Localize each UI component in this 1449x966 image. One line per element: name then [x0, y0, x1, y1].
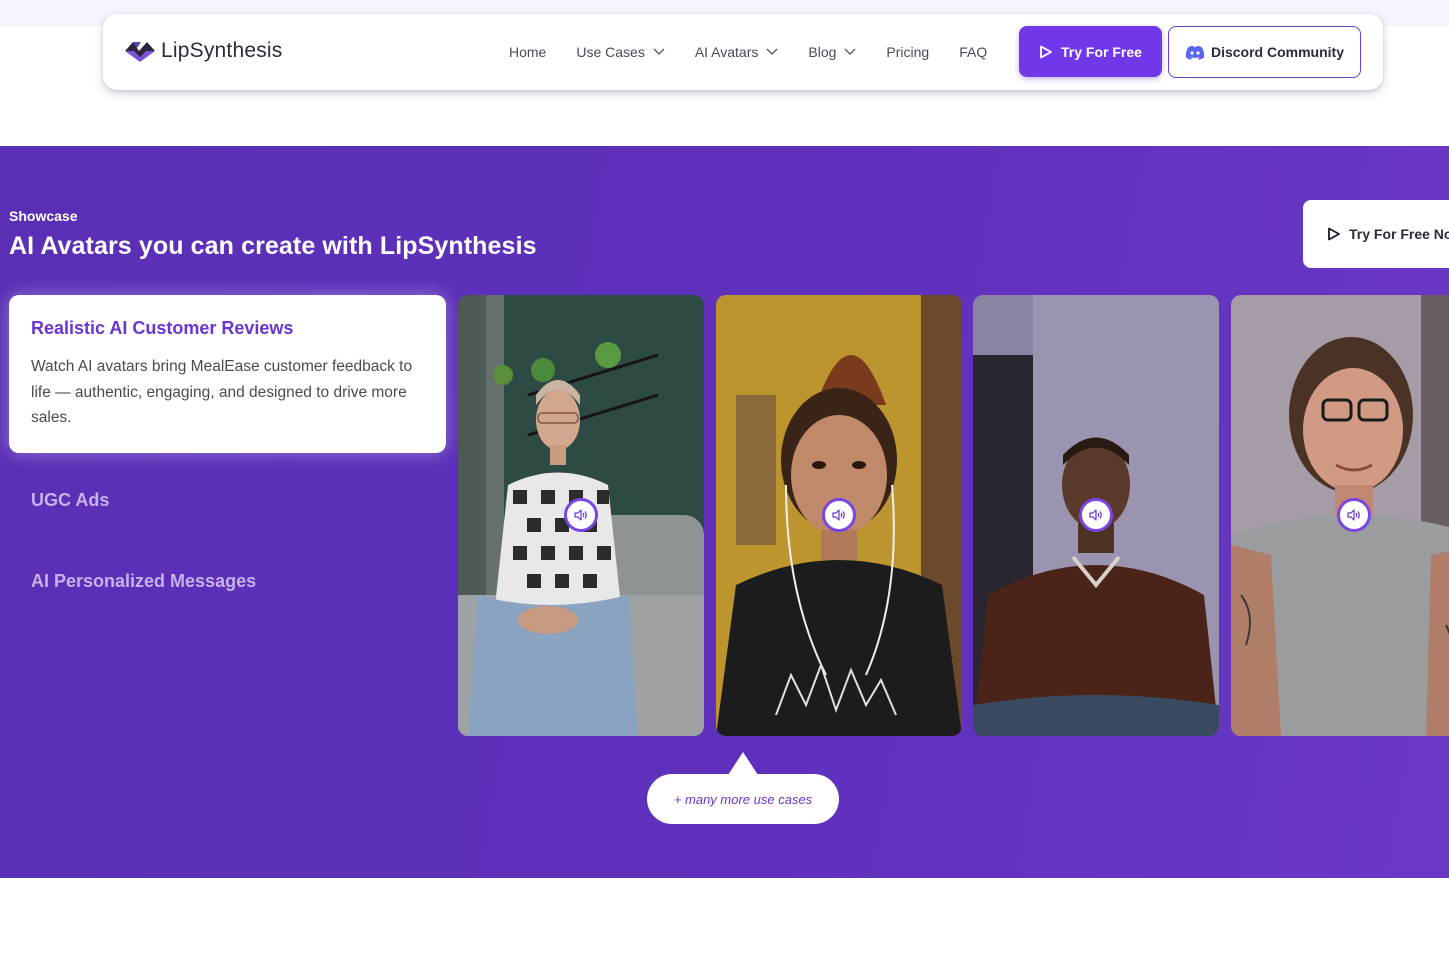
nav-label: Use Cases — [576, 44, 645, 60]
nav-item-pricing[interactable]: Pricing — [886, 44, 929, 60]
use-case-description: Watch AI avatars bring MealEase customer… — [31, 358, 413, 426]
try-button-label: Try For Free — [1061, 43, 1142, 60]
nav-item-blog[interactable]: Blog — [808, 44, 856, 60]
bubble-pointer — [728, 752, 758, 775]
avatar-video-1[interactable] — [458, 295, 704, 736]
lipsynthesis-logo-icon — [125, 42, 155, 62]
avatar-video-2[interactable] — [716, 295, 962, 736]
sound-toggle-button[interactable] — [1079, 498, 1113, 532]
speaker-icon — [1089, 509, 1102, 521]
section-heading: AI Avatars you can create with LipSynthe… — [9, 232, 537, 260]
nav-label: Blog — [808, 44, 837, 60]
sound-toggle-button[interactable] — [564, 498, 598, 532]
sound-toggle-button[interactable] — [822, 498, 856, 532]
avatar-video-4[interactable] — [1231, 295, 1449, 736]
brand-name: LipSynthesis — [161, 39, 283, 62]
play-icon — [1328, 227, 1340, 241]
speaker-icon — [574, 509, 587, 521]
nav-item-ai-avatars[interactable]: AI Avatars — [695, 44, 779, 60]
try-for-free-button[interactable]: Try For Free — [1019, 26, 1162, 77]
more-use-cases-bubble[interactable]: + many more use cases — [647, 774, 839, 824]
nav-links: Home Use Cases AI Avatars Blog Pricing F… — [509, 14, 1017, 90]
chevron-down-icon — [653, 48, 665, 55]
showcase-section: Showcase AI Avatars you can create with … — [0, 146, 1449, 878]
chevron-down-icon — [766, 48, 778, 55]
nav-label: Home — [509, 44, 547, 60]
navbar: LipSynthesis Home Use Cases AI Avatars B… — [103, 14, 1383, 90]
sound-toggle-button[interactable] — [1337, 498, 1371, 532]
nav-item-home[interactable]: Home — [509, 44, 546, 60]
try-now-label: Try For Free Now — [1349, 226, 1449, 242]
nav-item-faq[interactable]: FAQ — [959, 44, 987, 60]
nav-label: AI Avatars — [694, 44, 759, 60]
discord-button-label: Discord Community — [1210, 44, 1344, 60]
discord-icon — [1185, 45, 1205, 60]
avatar-video-3[interactable] — [973, 295, 1219, 736]
use-case-ai-personalized-messages[interactable]: AI Personalized Messages — [31, 571, 256, 592]
nav-label: FAQ — [959, 44, 988, 60]
use-case-card-active[interactable]: Realistic AI Customer Reviews Watch AI a… — [9, 295, 446, 453]
speaker-icon — [832, 509, 845, 521]
nav-label: Pricing — [886, 44, 930, 60]
section-eyebrow: Showcase — [9, 208, 78, 224]
brand-logo[interactable]: LipSynthesis — [125, 39, 282, 63]
chevron-down-icon — [844, 48, 856, 55]
speaker-icon — [1347, 509, 1360, 521]
try-for-free-now-button[interactable]: Try For Free Now — [1303, 200, 1449, 268]
play-icon — [1040, 45, 1052, 58]
use-case-ugc-ads[interactable]: UGC Ads — [31, 490, 109, 511]
nav-item-use-cases[interactable]: Use Cases — [576, 44, 665, 60]
discord-community-button[interactable]: Discord Community — [1168, 26, 1361, 78]
use-case-title: Realistic AI Customer Reviews — [31, 318, 294, 338]
